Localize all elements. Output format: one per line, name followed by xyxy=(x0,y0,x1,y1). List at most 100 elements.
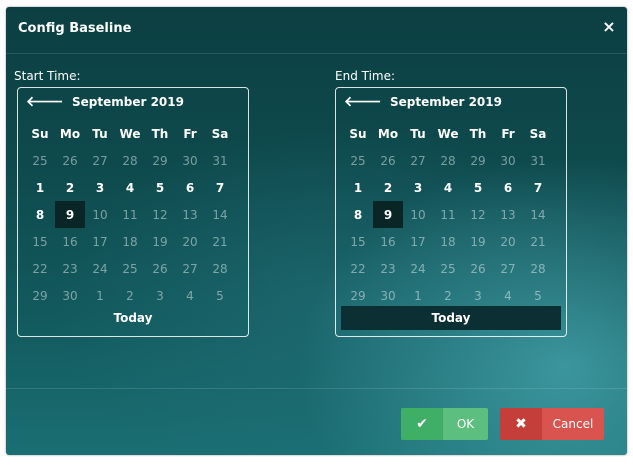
day-cell[interactable]: 13 xyxy=(175,201,205,228)
day-cell[interactable]: 29 xyxy=(145,147,175,174)
day-cell[interactable]: 5 xyxy=(463,174,493,201)
day-cell[interactable]: 15 xyxy=(343,228,373,255)
day-cell[interactable]: 24 xyxy=(403,255,433,282)
day-cell[interactable]: 19 xyxy=(463,228,493,255)
day-cell[interactable]: 4 xyxy=(433,174,463,201)
day-cell[interactable]: 14 xyxy=(205,201,235,228)
day-cell[interactable]: 26 xyxy=(145,255,175,282)
day-cell[interactable]: 27 xyxy=(175,255,205,282)
start-time-label: Start Time: xyxy=(14,69,81,83)
day-cell[interactable]: 1 xyxy=(343,174,373,201)
day-cell[interactable]: 4 xyxy=(175,282,205,309)
day-cell[interactable]: 28 xyxy=(115,147,145,174)
day-cell[interactable]: 20 xyxy=(493,228,523,255)
day-cell[interactable]: 2 xyxy=(433,282,463,309)
day-cell[interactable]: 11 xyxy=(115,201,145,228)
today-button[interactable]: Today xyxy=(23,306,243,330)
day-cell[interactable]: 7 xyxy=(523,174,553,201)
end-time-calendar: 🡐 September 2019 Su Mo Tu We Th Fr Sa 25 26 27 28 2… xyxy=(335,87,567,337)
prev-month-arrow-icon[interactable]: 🡐 xyxy=(344,94,382,110)
day-cell[interactable]: 1 xyxy=(25,174,55,201)
day-cell[interactable]: 10 xyxy=(85,201,115,228)
day-cell[interactable]: 20 xyxy=(175,228,205,255)
day-cell[interactable]: 17 xyxy=(403,228,433,255)
day-cell[interactable]: 24 xyxy=(85,255,115,282)
day-cell[interactable]: 4 xyxy=(115,174,145,201)
day-cell[interactable]: 21 xyxy=(523,228,553,255)
day-cell[interactable]: 5 xyxy=(205,282,235,309)
prev-month-arrow-icon[interactable]: 🡐 xyxy=(26,94,64,110)
day-cell[interactable]: 30 xyxy=(493,147,523,174)
day-cell[interactable]: 18 xyxy=(115,228,145,255)
day-cell[interactable]: 27 xyxy=(493,255,523,282)
day-cell[interactable]: 7 xyxy=(205,174,235,201)
close-icon[interactable]: × xyxy=(599,17,619,37)
day-cell[interactable]: 8 xyxy=(343,201,373,228)
day-cell[interactable]: 27 xyxy=(85,147,115,174)
day-cell[interactable]: 8 xyxy=(25,201,55,228)
day-cell[interactable]: 26 xyxy=(463,255,493,282)
day-cell[interactable]: 29 xyxy=(25,282,55,309)
day-cell[interactable]: 1 xyxy=(85,282,115,309)
day-cell[interactable]: 4 xyxy=(493,282,523,309)
day-cell[interactable]: 19 xyxy=(145,228,175,255)
day-cell[interactable]: 3 xyxy=(145,282,175,309)
day-cell[interactable]: 22 xyxy=(25,255,55,282)
day-cell[interactable]: 31 xyxy=(205,147,235,174)
weekday-header: Th xyxy=(469,126,487,141)
day-cell[interactable]: 25 xyxy=(115,255,145,282)
day-cell[interactable]: 25 xyxy=(25,147,55,174)
day-cell[interactable]: 10 xyxy=(403,201,433,228)
day-cell[interactable]: 26 xyxy=(55,147,85,174)
day-cell[interactable]: 3 xyxy=(463,282,493,309)
day-cell[interactable]: 30 xyxy=(373,282,403,309)
day-cell[interactable]: 6 xyxy=(493,174,523,201)
day-cell[interactable]: 23 xyxy=(373,255,403,282)
day-cell[interactable]: 1 xyxy=(403,282,433,309)
day-cell[interactable]: 28 xyxy=(205,255,235,282)
day-cell[interactable]: 16 xyxy=(373,228,403,255)
day-cell[interactable]: 2 xyxy=(373,174,403,201)
day-cell[interactable]: 31 xyxy=(523,147,553,174)
day-cell[interactable]: 3 xyxy=(85,174,115,201)
day-cell[interactable]: 13 xyxy=(493,201,523,228)
day-cell[interactable]: 16 xyxy=(55,228,85,255)
day-cell[interactable]: 30 xyxy=(175,147,205,174)
cancel-label: Cancel xyxy=(552,417,594,431)
day-cell[interactable]: 2 xyxy=(115,282,145,309)
day-cell[interactable]: 28 xyxy=(523,255,553,282)
day-cell[interactable]: 6 xyxy=(175,174,205,201)
day-cell[interactable]: 21 xyxy=(205,228,235,255)
day-cell[interactable]: 26 xyxy=(373,147,403,174)
ok-button[interactable]: ✔ OK xyxy=(401,408,488,440)
day-cell[interactable]: 18 xyxy=(433,228,463,255)
day-cell[interactable]: 12 xyxy=(463,201,493,228)
day-cell[interactable]: 30 xyxy=(55,282,85,309)
cancel-button[interactable]: ✖ Cancel xyxy=(500,408,604,440)
day-cell[interactable]: 3 xyxy=(403,174,433,201)
day-cell[interactable]: 25 xyxy=(343,147,373,174)
today-button[interactable]: Today xyxy=(341,306,561,330)
day-cell[interactable]: 28 xyxy=(433,147,463,174)
day-cell[interactable]: 27 xyxy=(403,147,433,174)
day-cell[interactable]: 29 xyxy=(343,282,373,309)
day-cell[interactable]: 2 xyxy=(55,174,85,201)
day-cell[interactable]: 12 xyxy=(145,201,175,228)
day-cell[interactable]: 17 xyxy=(85,228,115,255)
day-cell[interactable]: 15 xyxy=(25,228,55,255)
day-cell[interactable]: 11 xyxy=(433,201,463,228)
month-switch[interactable]: September 2019 xyxy=(386,95,506,109)
day-cell[interactable]: 5 xyxy=(145,174,175,201)
selected-day-cell[interactable]: 9 xyxy=(55,201,85,228)
calendar-header: 🡐 September 2019 xyxy=(336,88,566,116)
weekday-header: Mo xyxy=(377,126,399,141)
day-cell[interactable]: 29 xyxy=(463,147,493,174)
weekday-header: Tu xyxy=(92,126,108,141)
day-cell[interactable]: 5 xyxy=(523,282,553,309)
selected-day-cell[interactable]: 9 xyxy=(373,201,403,228)
day-cell[interactable]: 14 xyxy=(523,201,553,228)
day-cell[interactable]: 23 xyxy=(55,255,85,282)
day-cell[interactable]: 25 xyxy=(433,255,463,282)
month-switch[interactable]: September 2019 xyxy=(68,95,188,109)
day-cell[interactable]: 22 xyxy=(343,255,373,282)
